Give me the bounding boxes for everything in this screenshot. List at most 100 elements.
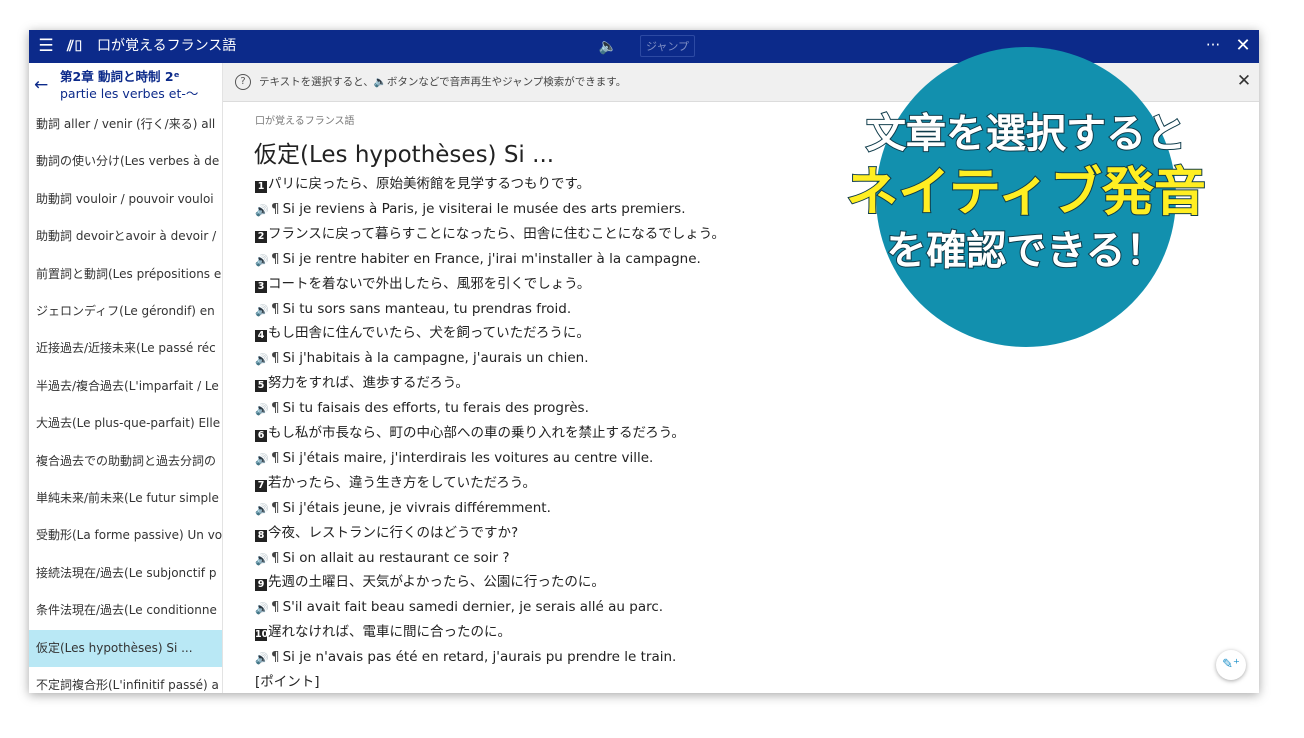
sentence-text: 今夜、レストランに行くのはどうですか? bbox=[268, 524, 519, 541]
book-icon: ⫽⌷ bbox=[67, 37, 83, 55]
chapter-header: ← 第2章 動詞と時制 2ᵉ partie les verbes et-～ bbox=[29, 63, 222, 105]
menu-icon[interactable]: ☰ bbox=[37, 36, 55, 56]
sentence-text: Si tu faisais des efforts, tu ferais des… bbox=[282, 400, 589, 417]
pilcrow-icon: ¶ bbox=[271, 649, 280, 666]
sidebar-item[interactable]: 大過去(Le plus-que-parfait) Elle bbox=[29, 405, 222, 442]
sidebar-item[interactable]: 近接過去/近接未来(Le passé réc bbox=[29, 330, 222, 367]
sentence-number: 9 bbox=[255, 579, 267, 592]
sentence-number: 8 bbox=[255, 529, 267, 542]
french-sentence: 🔊 ¶ Si je n'avais pas été en retard, j'aur… bbox=[255, 645, 676, 669]
japanese-sentence: 9 先週の土曜日、天気がよかったら、公園に行ったのに。 bbox=[255, 570, 605, 594]
play-audio-icon[interactable]: 🔊 bbox=[255, 404, 269, 416]
sidebar-item[interactable]: 動詞 aller / venir (行く/来る) all bbox=[29, 106, 222, 143]
sidebar-item[interactable]: 接続法現在/過去(Le subjonctif p bbox=[29, 555, 222, 592]
pilcrow-icon: ¶ bbox=[271, 350, 280, 367]
sentence-text: Si je rentre habiter en France, j'irai m… bbox=[282, 250, 701, 267]
promo-caption: 文章を選択すると ネイティブ発音 を確認できる！ bbox=[826, 106, 1226, 278]
promo-line-2: ネイティブ発音 bbox=[845, 162, 1207, 224]
sentence-number: 6 bbox=[255, 430, 267, 442]
japanese-sentence: 2 フランスに戻って暮らすことになったら、田舎に住むことになるでしょう。 bbox=[255, 222, 725, 246]
sentence-text: Si j'étais jeune, je vivrais différemmen… bbox=[282, 499, 551, 516]
close-icon[interactable]: ✕ bbox=[1232, 35, 1254, 57]
sidebar-item[interactable]: 半過去/複合過去(L'imparfait / Le bbox=[29, 368, 222, 405]
pilcrow-icon: ¶ bbox=[271, 499, 280, 516]
sidebar-item[interactable]: 単純未来/前未来(Le futur simple bbox=[29, 480, 222, 517]
back-arrow-icon[interactable]: ← bbox=[34, 75, 54, 95]
japanese-sentence: 8 今夜、レストランに行くのはどうですか? bbox=[255, 521, 518, 545]
add-note-icon[interactable]: ✎⁺ bbox=[1216, 650, 1246, 680]
sidebar-item[interactable]: ジェロンディフ(Le gérondif) en bbox=[29, 293, 222, 330]
french-sentence: 🔊 ¶ Si je reviens à Paris, je visiterai le… bbox=[255, 197, 686, 221]
sidebar-item[interactable]: 助動詞 devoirとavoir à devoir / bbox=[29, 218, 222, 255]
sidebar-item[interactable]: 前置詞と動詞(Les prépositions e bbox=[29, 256, 222, 293]
play-audio-icon[interactable]: 🔊 bbox=[255, 553, 269, 566]
play-audio-icon[interactable]: 🔊 bbox=[255, 354, 269, 366]
sentence-text: Si tu sors sans manteau, tu prendras fro… bbox=[282, 300, 572, 317]
speaker-icon[interactable]: 🔈 bbox=[596, 35, 620, 57]
japanese-sentence: 5 努力をすれば、進歩するだろう。 bbox=[255, 371, 469, 395]
sidebar-item[interactable]: 動詞の使い分け(Les verbes à de bbox=[29, 143, 222, 180]
breadcrumb: 口が覚えるフランス語 bbox=[255, 116, 355, 127]
sentence-number: 10 bbox=[255, 629, 269, 642]
japanese-sentence: 10遅れなければ、電車に間に合ったのに。 bbox=[255, 620, 511, 644]
sentence-number: 4 bbox=[255, 330, 267, 343]
pilcrow-icon: ¶ bbox=[271, 300, 280, 317]
sentence-text: コートを着ないで外出したら、風邪を引くでしょう。 bbox=[268, 275, 591, 292]
section-label: [ポイント] bbox=[255, 670, 320, 693]
french-sentence: 🔊 ¶ Si j'étais jeune, je vivrais différemm… bbox=[255, 496, 551, 520]
pilcrow-icon: ¶ bbox=[271, 400, 280, 417]
pilcrow-icon: ¶ bbox=[271, 549, 280, 566]
play-audio-icon[interactable]: 🔊 bbox=[255, 304, 269, 317]
pilcrow-icon: ¶ bbox=[271, 250, 280, 267]
sidebar: ← 第2章 動詞と時制 2ᵉ partie les verbes et-～ 動詞… bbox=[29, 63, 223, 693]
sentence-text: S'il avait fait beau samedi dernier, je … bbox=[282, 599, 664, 616]
sidebar-item[interactable]: 条件法現在/過去(Le conditionne bbox=[29, 592, 222, 629]
japanese-sentence: 3 コートを着ないで外出したら、風邪を引くでしょう。 bbox=[255, 272, 590, 296]
pilcrow-icon: ¶ bbox=[271, 449, 280, 466]
french-sentence: 🔊 ¶ Si je rentre habiter en France, j'irai… bbox=[255, 247, 701, 271]
sentence-text: 先週の土曜日、天気がよかったら、公園に行ったのに。 bbox=[268, 574, 605, 591]
sidebar-item[interactable]: 受動形(La forme passive) Un vo bbox=[29, 517, 222, 554]
play-audio-icon[interactable]: 🔊 bbox=[255, 503, 269, 516]
play-audio-icon[interactable]: 🔊 bbox=[255, 204, 269, 217]
french-sentence: 🔊 ¶ Si tu sors sans manteau, tu prendras f… bbox=[255, 297, 571, 321]
sentence-text: 努力をすれば、進歩するだろう。 bbox=[268, 375, 469, 392]
sentence-text: フランスに戻って暮らすことになったら、田舎に住むことになるでしょう。 bbox=[268, 225, 725, 242]
sentence-text: Si j'habitais à la campagne, j'aurais un… bbox=[282, 350, 589, 367]
sentence-text: もし田舎に住んでいたら、犬を飼っていただろうに。 bbox=[268, 325, 590, 342]
sentence-text: Si je n'avais pas été en retard, j'aurai… bbox=[282, 649, 677, 666]
sidebar-item[interactable]: 仮定(Les hypothèses) Si ... bbox=[29, 629, 222, 667]
play-audio-icon[interactable]: 🔊 bbox=[255, 653, 269, 665]
sentence-text: 遅れなければ、電車に間に合ったのに。 bbox=[268, 624, 511, 641]
sentence-text: パリに戻ったら、原始美術館を見学するつもりです。 bbox=[268, 176, 591, 192]
sentence-text: 若かったら、違う生き方をしていただろう。 bbox=[268, 474, 536, 491]
sentence-text: もし私が市長なら、町の中心部への車の乗り入れを禁止するだろう。 bbox=[268, 425, 685, 441]
japanese-sentence: 1 パリに戻ったら、原始美術館を見学するつもりです。 bbox=[255, 172, 590, 196]
japanese-sentence: 4 もし田舎に住んでいたら、犬を飼っていただろうに。 bbox=[255, 321, 590, 345]
french-sentence: 🔊 ¶ Si j'habitais à la campagne, j'aurais … bbox=[255, 346, 589, 370]
pilcrow-icon: ¶ bbox=[271, 200, 280, 217]
french-sentence: 🔊 ¶ Si on allait au restaurant ce soir ? bbox=[255, 546, 510, 570]
sidebar-item[interactable]: 助動詞 vouloir / pouvoir vouloi bbox=[29, 181, 222, 218]
play-audio-icon[interactable]: 🔊 bbox=[255, 453, 269, 466]
chapter-title[interactable]: 第2章 動詞と時制 2ᵉ partie les verbes et-～ bbox=[60, 68, 222, 102]
info-message: テキストを選択すると、🔈ボタンなどで音声再生やジャンプ検索ができます。 bbox=[259, 76, 627, 88]
sidebar-item[interactable]: 複合過去での助動詞と過去分詞の bbox=[29, 443, 222, 480]
help-icon: ? bbox=[235, 74, 251, 90]
play-audio-icon[interactable]: 🔊 bbox=[255, 603, 269, 615]
promo-line-1: 文章を選択すると bbox=[865, 110, 1187, 158]
promo-line-3: を確認できる！ bbox=[885, 227, 1166, 275]
pilcrow-icon: ¶ bbox=[271, 599, 280, 616]
app-title: 口が覚えるフランス語 bbox=[97, 38, 237, 54]
play-audio-icon[interactable]: 🔊 bbox=[255, 254, 269, 267]
page-title: 仮定(Les hypothèses) Si ... bbox=[254, 142, 555, 168]
more-icon[interactable]: ··· bbox=[1202, 35, 1224, 57]
french-sentence: 🔊 ¶ Si tu faisais des efforts, tu ferais d… bbox=[255, 396, 589, 420]
sentence-number: 5 bbox=[255, 380, 267, 393]
jump-button[interactable]: ジャンプ bbox=[640, 35, 695, 57]
sentence-text: Si on allait au restaurant ce soir ? bbox=[282, 549, 510, 566]
sidebar-item[interactable]: 不定詞複合形(L'infinitif passé) a bbox=[29, 667, 222, 693]
sentence-text: Si j'étais maire, j'interdirais les voit… bbox=[282, 449, 654, 466]
french-sentence: 🔊 ¶ Si j'étais maire, j'interdirais les vo… bbox=[255, 446, 653, 470]
close-info-icon[interactable]: ✕ bbox=[1234, 71, 1254, 91]
